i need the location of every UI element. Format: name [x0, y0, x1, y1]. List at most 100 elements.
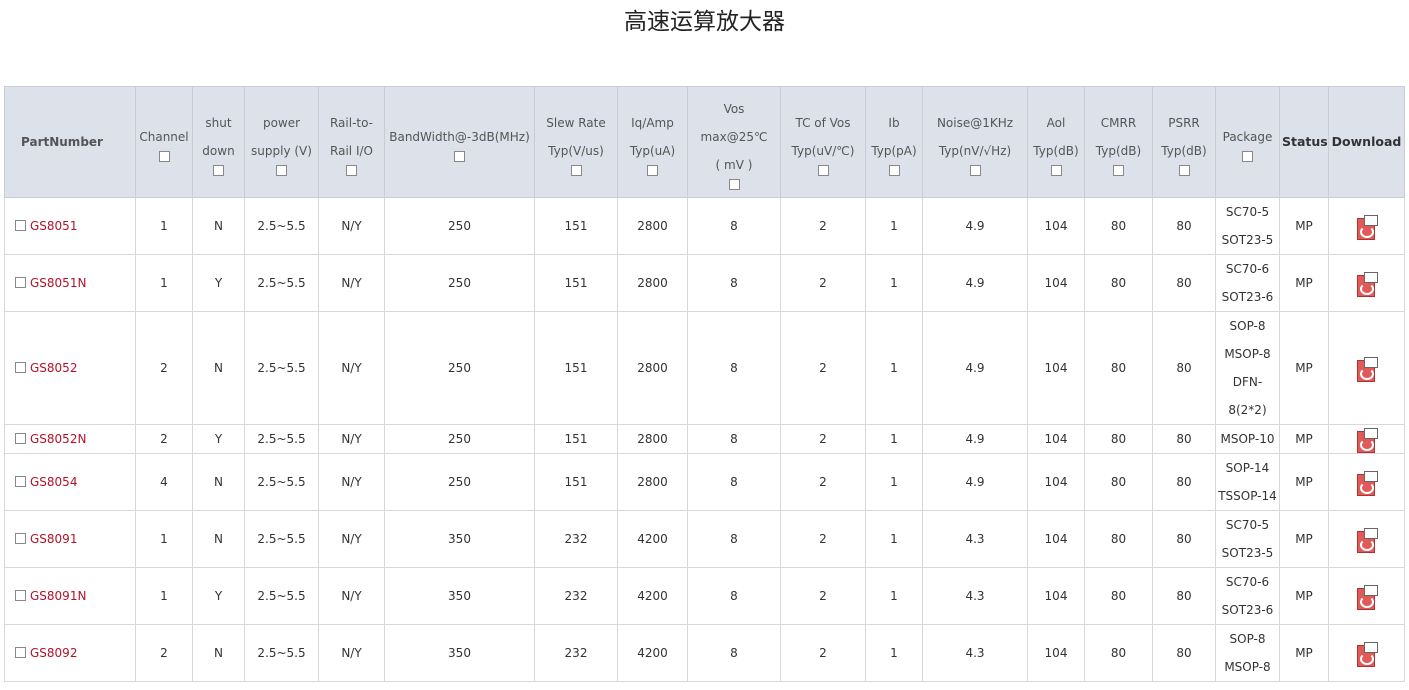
column-header-label: max@25℃: [700, 129, 768, 144]
column-header-label: PartNumber: [21, 135, 103, 149]
cell-power: 2.5~5.5: [244, 311, 319, 425]
cell-slewrate: 232: [534, 510, 618, 568]
filter-checkbox-package[interactable]: [1242, 150, 1253, 162]
cell-aol: 104: [1027, 311, 1085, 425]
cell-power: 2.5~5.5: [244, 197, 319, 255]
cell-noise: 4.9: [922, 453, 1028, 511]
part-number-link[interactable]: GS8052N: [30, 432, 86, 446]
row-select-checkbox[interactable]: [15, 476, 26, 487]
part-number-link[interactable]: GS8052: [30, 361, 77, 375]
pdf-icon[interactable]: [1356, 584, 1378, 610]
filter-checkbox-channel[interactable]: [158, 150, 170, 162]
cell-tcvos: 2: [780, 424, 866, 454]
row-select-checkbox[interactable]: [15, 277, 26, 288]
cell-bandwidth: 350: [384, 624, 535, 682]
cell-download: [1328, 197, 1405, 255]
row-select-checkbox[interactable]: [15, 647, 26, 658]
part-number-link[interactable]: GS8051: [30, 219, 77, 233]
cell-download: [1328, 424, 1405, 454]
cell-ib: 1: [865, 424, 923, 454]
row-select-checkbox[interactable]: [15, 533, 26, 544]
filter-checkbox-shutdown[interactable]: [213, 164, 224, 176]
cell-ib: 1: [865, 510, 923, 568]
cell-slewrate: 151: [534, 197, 618, 255]
cell-railio: N/Y: [318, 453, 385, 511]
part-cell: GS8091: [4, 510, 136, 568]
cell-railio: N/Y: [318, 567, 385, 625]
column-header-psrr: PSRR Typ(dB): [1152, 86, 1216, 198]
cell-vos: 8: [687, 453, 781, 511]
filter-checkbox-slewrate[interactable]: [570, 164, 582, 176]
cell-ib: 1: [865, 197, 923, 255]
row-select-checkbox[interactable]: [15, 220, 26, 231]
cell-status: MP: [1279, 624, 1329, 682]
cell-tcvos: 2: [780, 624, 866, 682]
pdf-icon[interactable]: [1356, 271, 1378, 297]
pdf-icon[interactable]: [1356, 356, 1378, 382]
filter-checkbox-iq[interactable]: [647, 164, 658, 176]
row-select-checkbox[interactable]: [15, 362, 26, 373]
cell-package: MSOP-10: [1215, 424, 1280, 454]
filter-checkbox-cmrr[interactable]: [1113, 164, 1124, 176]
table-row: GS8051 1 N 2.5~5.5 N/Y 250 151 2800 8 2 1 4.9 104 80 8…: [4, 197, 1405, 255]
column-header-label: TC of Vos: [795, 115, 851, 130]
filter-checkbox-power[interactable]: [276, 164, 287, 176]
cell-power: 2.5~5.5: [244, 424, 319, 454]
cell-package: SC70-6 SOT23-6: [1215, 254, 1280, 312]
cell-vos: 8: [687, 311, 781, 425]
cell-vos: 8: [687, 567, 781, 625]
cell-cmrr: 80: [1084, 567, 1153, 625]
part-number-link[interactable]: GS8092: [30, 646, 77, 660]
cell-channel: 2: [135, 624, 193, 682]
column-header-partnumber: PartNumber: [4, 86, 136, 198]
package-name: SC70-6: [1225, 575, 1270, 589]
part-number-link[interactable]: GS8051N: [30, 276, 86, 290]
column-header-cmrr: CMRR Typ(dB): [1084, 86, 1153, 198]
filter-checkbox-vos[interactable]: [728, 178, 740, 190]
column-header-label: PSRR: [1168, 115, 1200, 130]
cell-vos: 8: [687, 424, 781, 454]
pdf-icon[interactable]: [1356, 427, 1378, 453]
cell-status: MP: [1279, 197, 1329, 255]
cell-ib: 1: [865, 254, 923, 312]
package-name: SOT23-5: [1221, 233, 1274, 247]
column-header-package: Package: [1215, 86, 1280, 198]
filter-checkbox-bandwidth[interactable]: [454, 150, 465, 162]
column-header-label: Aol: [1046, 115, 1066, 130]
cell-bandwidth: 350: [384, 567, 535, 625]
pdf-icon[interactable]: [1356, 470, 1378, 496]
cell-status: MP: [1279, 254, 1329, 312]
cell-iq: 4200: [617, 510, 688, 568]
cell-status: MP: [1279, 567, 1329, 625]
filter-checkbox-noise[interactable]: [969, 164, 981, 176]
filter-checkbox-railio[interactable]: [346, 164, 357, 176]
column-header-tcvos: TC of Vos Typ(uV/℃): [780, 86, 866, 198]
package-name: MSOP-10: [1220, 432, 1275, 446]
row-select-checkbox[interactable]: [15, 590, 26, 601]
cell-cmrr: 80: [1084, 453, 1153, 511]
part-number-link[interactable]: GS8054: [30, 475, 77, 489]
filter-checkbox-tcvos[interactable]: [817, 164, 829, 176]
part-cell: GS8092: [4, 624, 136, 682]
part-number-link[interactable]: GS8091: [30, 532, 77, 546]
pdf-icon[interactable]: [1356, 214, 1378, 240]
page-title: 高速运算放大器: [624, 9, 785, 35]
cell-tcvos: 2: [780, 311, 866, 425]
cell-cmrr: 80: [1084, 197, 1153, 255]
pdf-icon[interactable]: [1356, 641, 1378, 667]
pdf-icon[interactable]: [1356, 527, 1378, 553]
part-cell: GS8051: [4, 197, 136, 255]
part-number-link[interactable]: GS8091N: [30, 589, 86, 603]
cell-package: SC70-5 SOT23-5: [1215, 197, 1280, 255]
column-header-label: Package: [1222, 129, 1273, 144]
filter-checkbox-aol[interactable]: [1050, 164, 1062, 176]
cell-iq: 4200: [617, 624, 688, 682]
column-header-label: Rail I/O: [330, 143, 373, 158]
cell-slewrate: 232: [534, 567, 618, 625]
cell-psrr: 80: [1152, 567, 1216, 625]
filter-checkbox-psrr[interactable]: [1178, 164, 1190, 176]
filter-checkbox-ib[interactable]: [888, 164, 900, 176]
cell-iq: 2800: [617, 197, 688, 255]
row-select-checkbox[interactable]: [15, 433, 26, 444]
cell-iq: 2800: [617, 453, 688, 511]
